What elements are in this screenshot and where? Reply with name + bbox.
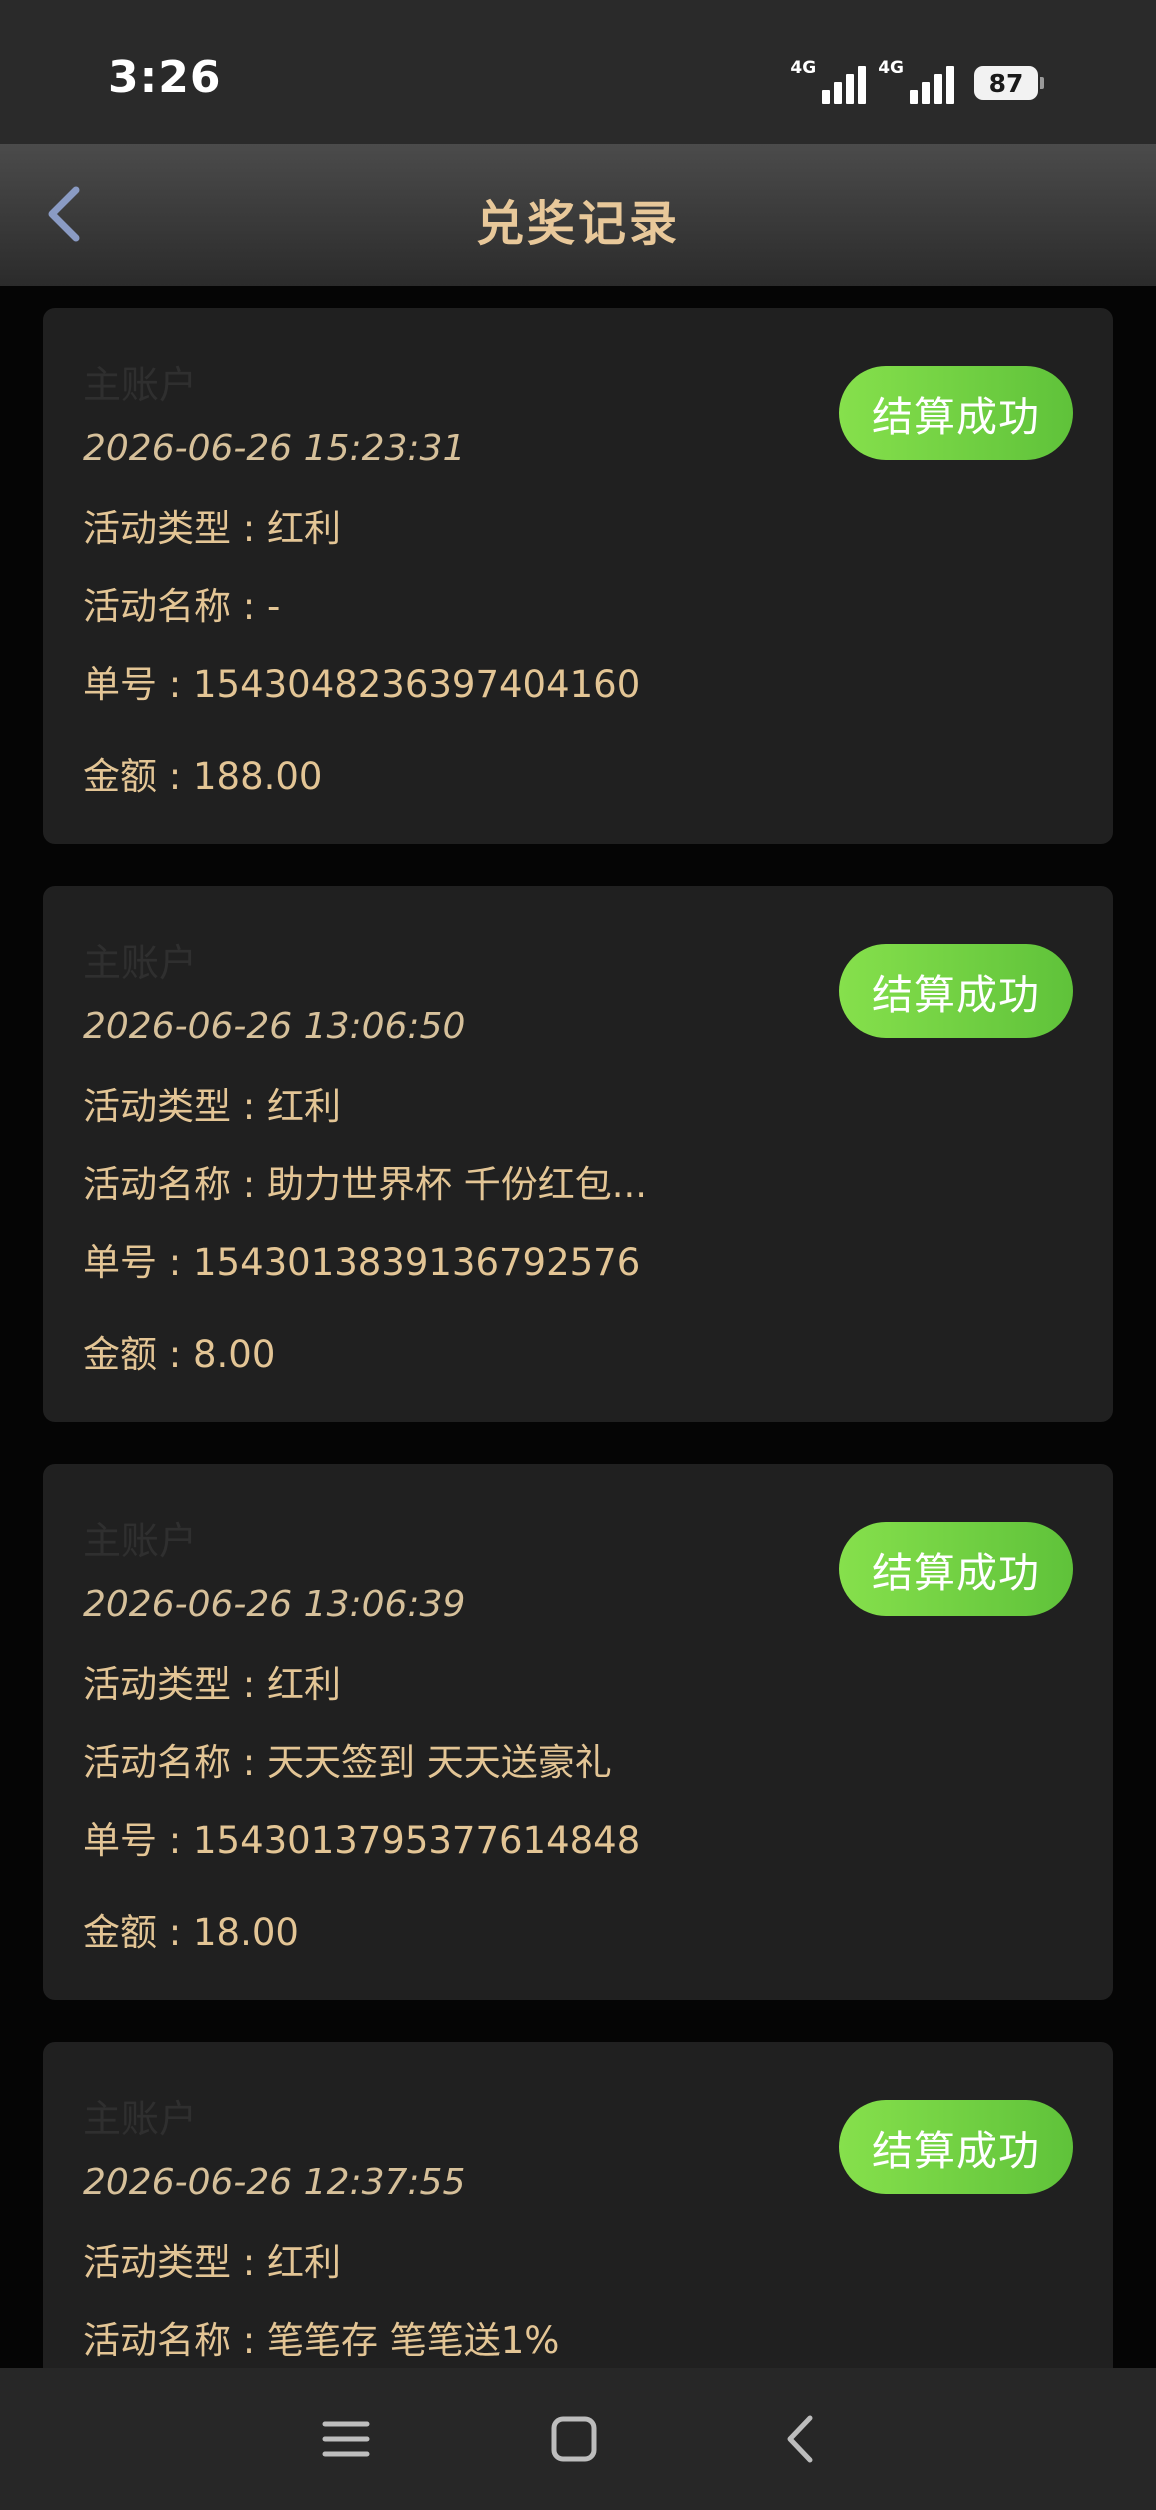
record-card: 主账户 2026-06-26 13:06:39 活动类型 : 红利 活动名称 :…: [43, 1464, 1113, 2000]
signal-icon: 4G: [790, 58, 867, 104]
home-button[interactable]: [539, 2404, 609, 2474]
status-badge: 结算成功: [839, 1522, 1073, 1616]
signal-bar: [858, 66, 867, 104]
battery-icon: 87: [974, 66, 1044, 100]
battery-level: 87: [988, 68, 1024, 98]
signal-bar: [946, 66, 954, 104]
amount: 金额 : 188.00: [83, 755, 323, 798]
record-card: 主账户 2026-06-26 13:06:50 活动类型 : 红利 活动名称 :…: [43, 886, 1113, 1422]
order-number: 单号 : 1543013795377614848: [83, 1819, 641, 1862]
record-card: 主账户 2026-06-26 15:23:31 活动类型 : 红利 活动名称 :…: [43, 308, 1113, 844]
network-type-label: 4G: [878, 58, 904, 78]
activity-name: 活动名称 : 天天签到 天天送豪礼: [83, 1741, 612, 1784]
amount: 金额 : 8.00: [83, 1333, 276, 1376]
app-header: 兑奖记录: [0, 144, 1156, 286]
activity-name: 活动名称 : 助力世界杯 千份红包...: [83, 1163, 648, 1206]
system-nav-bar: [0, 2368, 1156, 2510]
order-number: 单号 : 1543048236397404160: [83, 663, 641, 706]
record-datetime: 2026-06-26 13:06:39: [83, 1584, 466, 1625]
record-list[interactable]: 主账户 2026-06-26 15:23:31 活动类型 : 红利 活动名称 :…: [0, 286, 1156, 2368]
recent-apps-button[interactable]: [311, 2404, 381, 2474]
status-bar: 3:26 4G 4G 87: [0, 0, 1156, 144]
signal-bar: [834, 82, 843, 104]
account-label: 主账户: [83, 2097, 198, 2141]
signal-icon: 4G: [878, 60, 954, 104]
order-number: 单号 : 1543013839136792576: [83, 1241, 641, 1284]
account-label: 主账户: [83, 1519, 198, 1563]
activity-type: 活动类型 : 红利: [83, 1085, 341, 1128]
page: 3:26 4G 4G 87 兑奖记录 主账户 2026-06-26 15:23:…: [0, 0, 1156, 2510]
activity-type: 活动类型 : 红利: [83, 2241, 341, 2284]
signal-bar: [922, 82, 930, 104]
activity-type: 活动类型 : 红利: [83, 507, 341, 550]
status-time: 3:26: [108, 52, 222, 103]
network-type-label: 4G: [790, 58, 817, 78]
account-label: 主账户: [83, 363, 198, 407]
page-title: 兑奖记录: [475, 196, 680, 252]
activity-name: 活动名称 : -: [83, 585, 281, 628]
activity-name: 活动名称 : 笔笔存 笔笔送1%: [83, 2319, 560, 2362]
signal-bar: [934, 74, 942, 104]
back-icon: [787, 2415, 813, 2463]
status-icons: 4G 4G 87: [790, 54, 1044, 104]
activity-type: 活动类型 : 红利: [83, 1663, 341, 1706]
home-icon: [551, 2416, 597, 2462]
record-datetime: 2026-06-26 15:23:31: [83, 428, 466, 469]
signal-bar: [910, 90, 918, 104]
system-back-button[interactable]: [766, 2404, 836, 2474]
account-label: 主账户: [83, 941, 198, 985]
status-badge: 结算成功: [839, 2100, 1073, 2194]
status-badge: 结算成功: [839, 366, 1073, 460]
record-card: 主账户 2026-06-26 12:37:55 活动类型 : 红利 活动名称 :…: [43, 2042, 1113, 2368]
menu-icon: [322, 2421, 370, 2457]
record-datetime: 2026-06-26 12:37:55: [83, 2162, 466, 2203]
signal-bar: [822, 90, 831, 104]
signal-bar: [846, 74, 855, 104]
record-datetime: 2026-06-26 13:06:50: [83, 1006, 466, 1047]
status-badge: 结算成功: [839, 944, 1073, 1038]
amount: 金额 : 18.00: [83, 1911, 299, 1954]
